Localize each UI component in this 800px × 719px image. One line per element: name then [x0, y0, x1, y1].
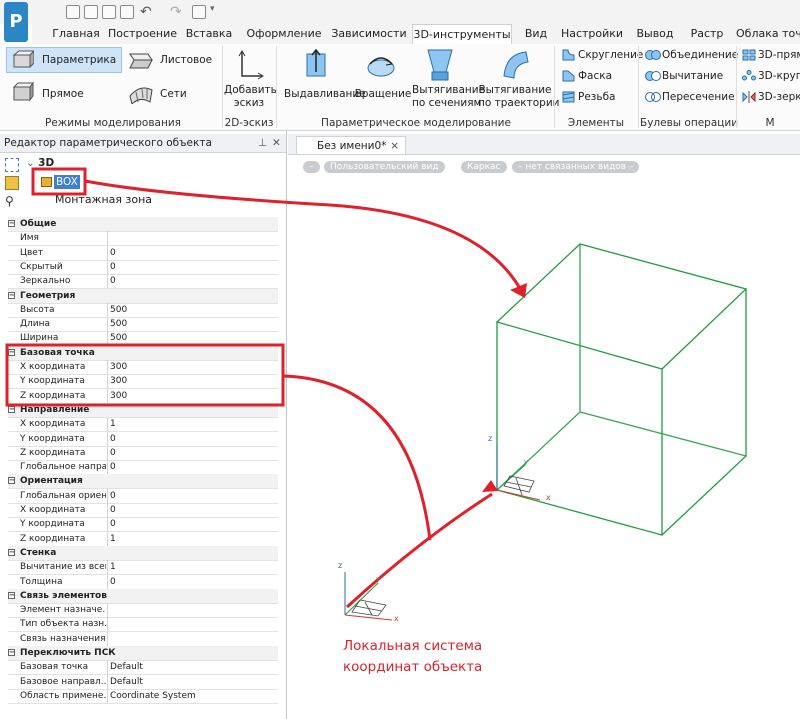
arrow-to-box	[84, 179, 524, 293]
arrow-from-base-point	[282, 374, 432, 541]
local-ucs-icon	[496, 444, 541, 501]
box-top-face	[495, 243, 748, 370]
arrow-to-local-ucs	[345, 492, 493, 609]
arrowhead-local-ucs	[482, 480, 498, 492]
local-y-label: y	[524, 458, 529, 466]
world-ucs-icon	[344, 572, 393, 621]
annotation-caption: Локальная система координат объекта	[343, 636, 543, 678]
world-x-label: x	[394, 614, 399, 623]
box-right-edges	[661, 289, 747, 536]
annotation-line2: координат объекта	[343, 659, 483, 675]
overlay-drawing	[5, 167, 748, 621]
annotation-line1: Локальная система	[343, 638, 483, 654]
local-z-label: z	[488, 434, 493, 443]
box-highlight-frame	[31, 167, 87, 196]
box-hidden-edges	[496, 244, 747, 491]
base-point-highlight-frame	[5, 343, 285, 407]
box-wireframe[interactable]	[495, 243, 748, 536]
local-x-label: x	[546, 493, 551, 502]
world-y-label: y	[376, 575, 381, 583]
annotation-callouts	[5, 167, 524, 609]
world-z-label: z	[338, 561, 343, 570]
